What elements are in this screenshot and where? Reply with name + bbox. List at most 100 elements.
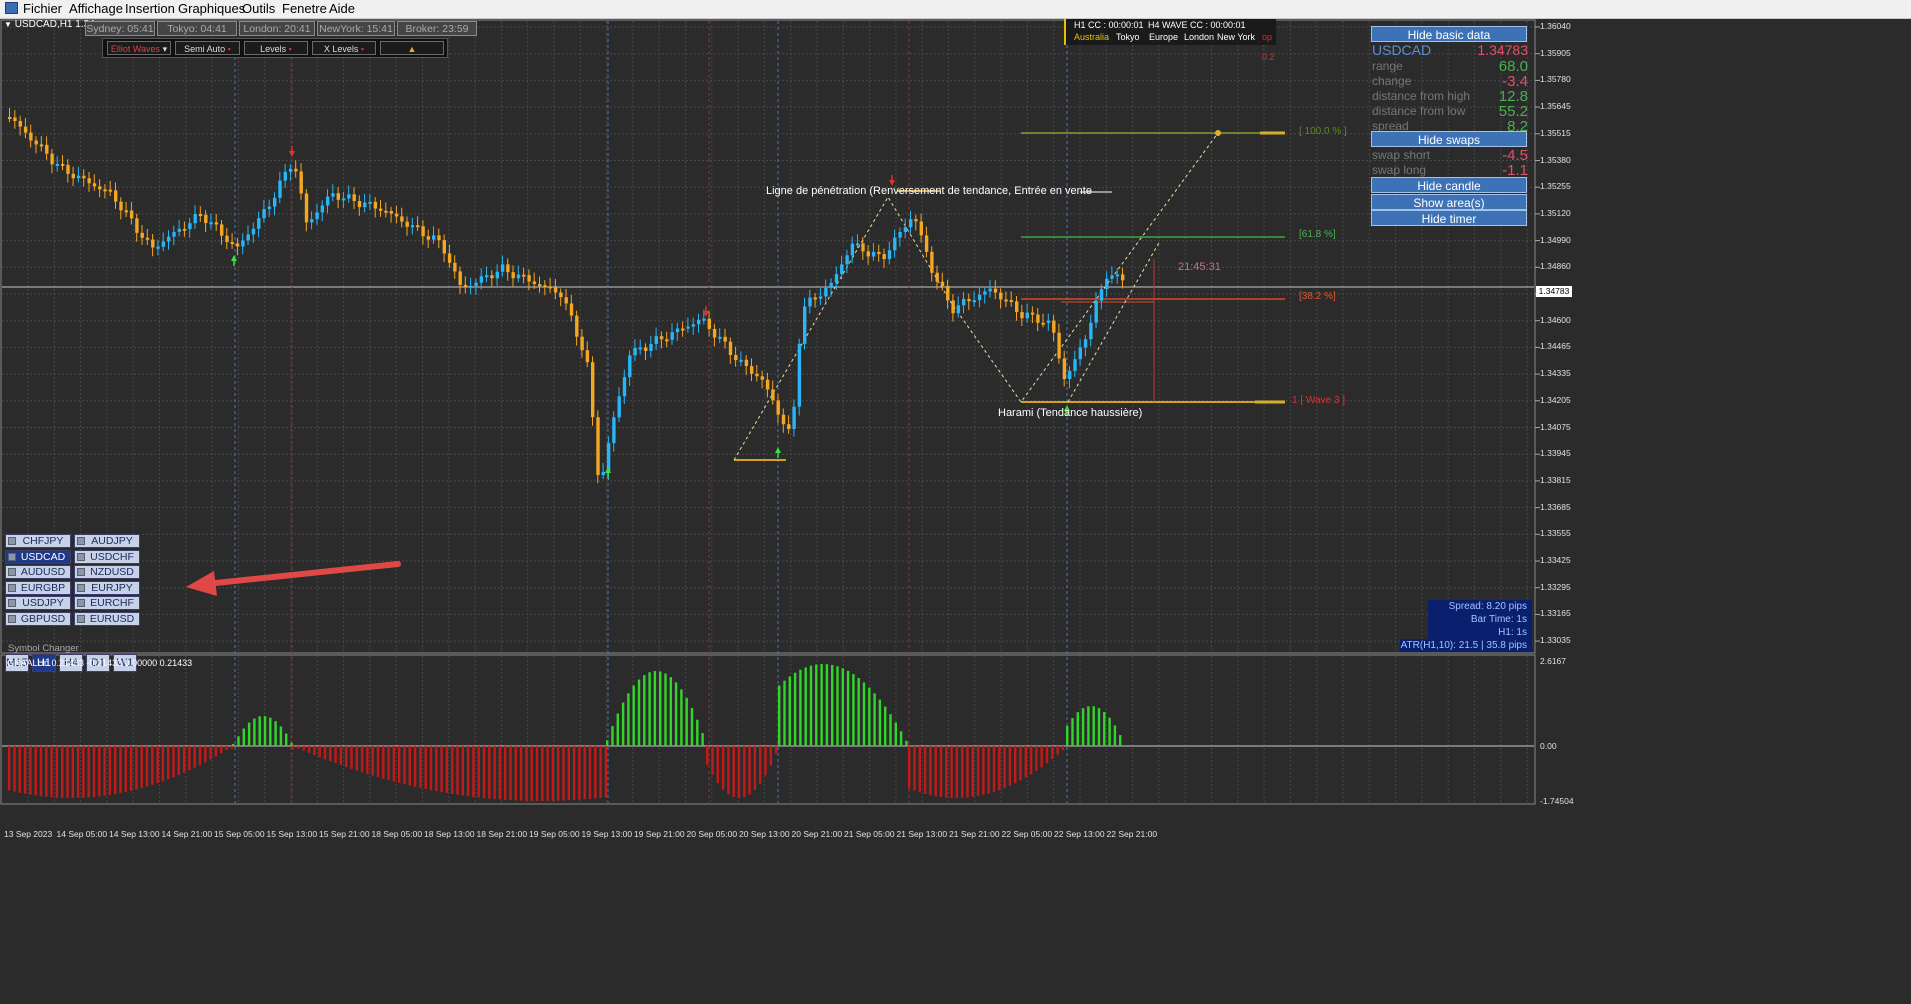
time-tick: 14 Sep 05:00 [56, 829, 108, 839]
checkbox-icon [77, 615, 85, 623]
hide-basic-data-button[interactable]: Hide basic data [1371, 26, 1527, 42]
checkbox-icon [8, 615, 16, 623]
symbol-button-audjpy[interactable]: AUDJPY [74, 534, 140, 548]
checkbox-icon [77, 599, 85, 608]
symbol-button-nzdusd[interactable]: NZDUSD [74, 565, 140, 580]
hide-timer-button[interactable]: Hide timer [1371, 210, 1527, 226]
time-tick: 22 Sep 21:00 [1106, 829, 1158, 839]
show-areas-button[interactable]: Show area(s) [1371, 194, 1527, 210]
symbol-label: EURJPY [91, 581, 133, 594]
price-tick: 1.36040 [1540, 21, 1571, 31]
hide-candle-button[interactable]: Hide candle [1371, 177, 1527, 193]
checkbox-icon [8, 599, 16, 608]
info-row-key: change [1372, 74, 1412, 88]
time-tick: 15 Sep 21:00 [319, 829, 370, 839]
symbol-button-usdcad[interactable]: USDCAD [5, 549, 71, 564]
price-tick: 1.35515 [1540, 127, 1571, 138]
menu-aide[interactable]: Aide [329, 1, 355, 17]
menu-graphiques[interactable]: Graphiques [178, 1, 245, 17]
swap-row-swap-long: swap long -1.1 [1372, 163, 1528, 178]
price-tick: 1.34335 [1540, 368, 1571, 379]
price-tick: 1.35120 [1540, 207, 1571, 218]
elliott-toolbar: Elliot Waves ▾ Semi Auto ▪ Levels ▪ X Le… [102, 38, 448, 58]
time-tick: 15 Sep 13:00 [266, 829, 318, 839]
checkbox-icon [8, 537, 16, 545]
current-price-tag: 1.34783 [1536, 286, 1572, 297]
menu-fichier[interactable]: Fichier [23, 1, 62, 17]
semi-auto-toggle[interactable]: Semi Auto ▪ [175, 41, 240, 55]
market-australia: Australia [1074, 32, 1110, 42]
symbol-button-eurjpy[interactable]: EURJPY [74, 580, 140, 595]
symbol-button-gbpusd[interactable]: GBPUSD [5, 612, 71, 626]
symbol-button-usdchf[interactable]: USDCHF [74, 549, 140, 564]
collapse-arrow-button[interactable]: ▲ [380, 41, 444, 55]
spread-stat: Spread: 8.20 pips [1428, 600, 1532, 613]
symbol-label: EURGBP [20, 581, 66, 594]
session-timer-panel: H1 CC : 00:00:01 H4 WAVE CC : 00:00:01 A… [1064, 19, 1276, 62]
menu-fenetre[interactable]: Fenetre [282, 1, 327, 17]
session-sydney: Sydney: 05:41 [85, 21, 155, 36]
info-row-change: change -3.4 [1372, 74, 1528, 89]
time-tick: 15 Sep 05:00 [214, 829, 265, 839]
menu-insertion[interactable]: Insertion [125, 1, 175, 17]
symbol-button-eurusd[interactable]: EURUSD [74, 612, 140, 626]
time-tick: 13 Sep 2023 [4, 829, 53, 839]
session-broker: Broker: 23:59 [397, 21, 477, 36]
menu-outils[interactable]: Outils [242, 1, 275, 17]
checkbox-icon [77, 583, 85, 592]
checkbox-icon [8, 552, 16, 561]
info-symbol: USDCAD [1372, 42, 1432, 58]
time-tick: 21 Sep 21:00 [949, 829, 1000, 839]
price-tick: 1.34465 [1540, 341, 1571, 352]
price-tick: 1.33685 [1540, 501, 1571, 512]
candle-countdown: 21:45:31 [1178, 261, 1221, 273]
session-london: London: 20:41 [239, 21, 315, 36]
time-tick: 20 Sep 21:00 [791, 829, 843, 839]
fib-618-label: [61.8 %] [1299, 229, 1336, 240]
symbol-button-audusd[interactable]: AUDUSD [5, 565, 71, 580]
symbol-label: EURCHF [90, 597, 134, 610]
symbol-button-chfjpy[interactable]: CHFJPY [5, 534, 71, 548]
swap-row-swap-short: swap short -4.5 [1372, 148, 1528, 163]
info-row-value: 68.0 [1498, 58, 1528, 75]
dropdown-icon[interactable]: ▼ [4, 20, 12, 29]
menu-bar: Fichier Affichage Insertion Graphiques O… [0, 0, 1911, 19]
symbol-button-eurgbp[interactable]: EURGBP [5, 580, 71, 595]
swap-row-value: -1.1 [1502, 162, 1528, 179]
symbol-label: AUDJPY [91, 535, 133, 547]
info-row-value: -3.4 [1502, 73, 1528, 90]
hide-swaps-button[interactable]: Hide swaps [1371, 131, 1527, 147]
chart-window[interactable]: ▼ USDCAD,H1 1.34... Sydney: 05:41 Tokyo:… [0, 19, 1911, 1004]
price-tick: 1.33165 [1540, 608, 1571, 619]
time-tick: 18 Sep 13:00 [424, 829, 475, 839]
indicator-axis-zero: 0.00 [1540, 741, 1557, 751]
price-tick: 1.33425 [1540, 555, 1571, 565]
h1-stat: H1: 1s [1428, 626, 1532, 639]
elliot-waves-select[interactable]: Elliot Waves ▾ [107, 41, 171, 55]
price-tick: 1.35255 [1540, 181, 1571, 192]
swap-row-value: -4.5 [1502, 147, 1528, 164]
swap-row-key: swap short [1372, 148, 1431, 162]
atr-stat: ATR(H1,10): 21.5 | 35.8 pips [1400, 639, 1532, 652]
price-tick: 1.34600 [1540, 314, 1571, 325]
x-levels-toggle[interactable]: X Levels ▪ [312, 41, 376, 55]
app-icon[interactable] [5, 2, 18, 14]
symbol-label: USDJPY [22, 597, 64, 610]
price-tick: 1.34990 [1540, 234, 1571, 245]
time-tick: 19 Sep 13:00 [581, 829, 633, 839]
symbol-label: USDCAD [20, 550, 66, 563]
checkbox-icon [77, 552, 85, 561]
fib-100-label: [ 100.0 % ] [1299, 126, 1347, 137]
session-newyork: NewYork: 15:41 [317, 21, 395, 36]
market-tokyo: Tokyo [1116, 32, 1140, 42]
symbol-button-eurchf[interactable]: EURCHF [74, 596, 140, 611]
pattern-label-harami: Harami (Tendance haussière) [998, 407, 1143, 419]
levels-toggle[interactable]: Levels ▪ [244, 41, 308, 55]
price-tick: 1.33945 [1540, 448, 1571, 459]
symbol-button-usdjpy[interactable]: USDJPY [5, 596, 71, 611]
menu-affichage[interactable]: Affichage [69, 1, 123, 17]
symbol-label: NZDUSD [90, 566, 134, 579]
h1-countdown: H1 CC : 00:00:01 [1074, 20, 1144, 30]
price-chart[interactable] [0, 19, 1911, 1004]
time-tick: 21 Sep 13:00 [896, 829, 948, 839]
